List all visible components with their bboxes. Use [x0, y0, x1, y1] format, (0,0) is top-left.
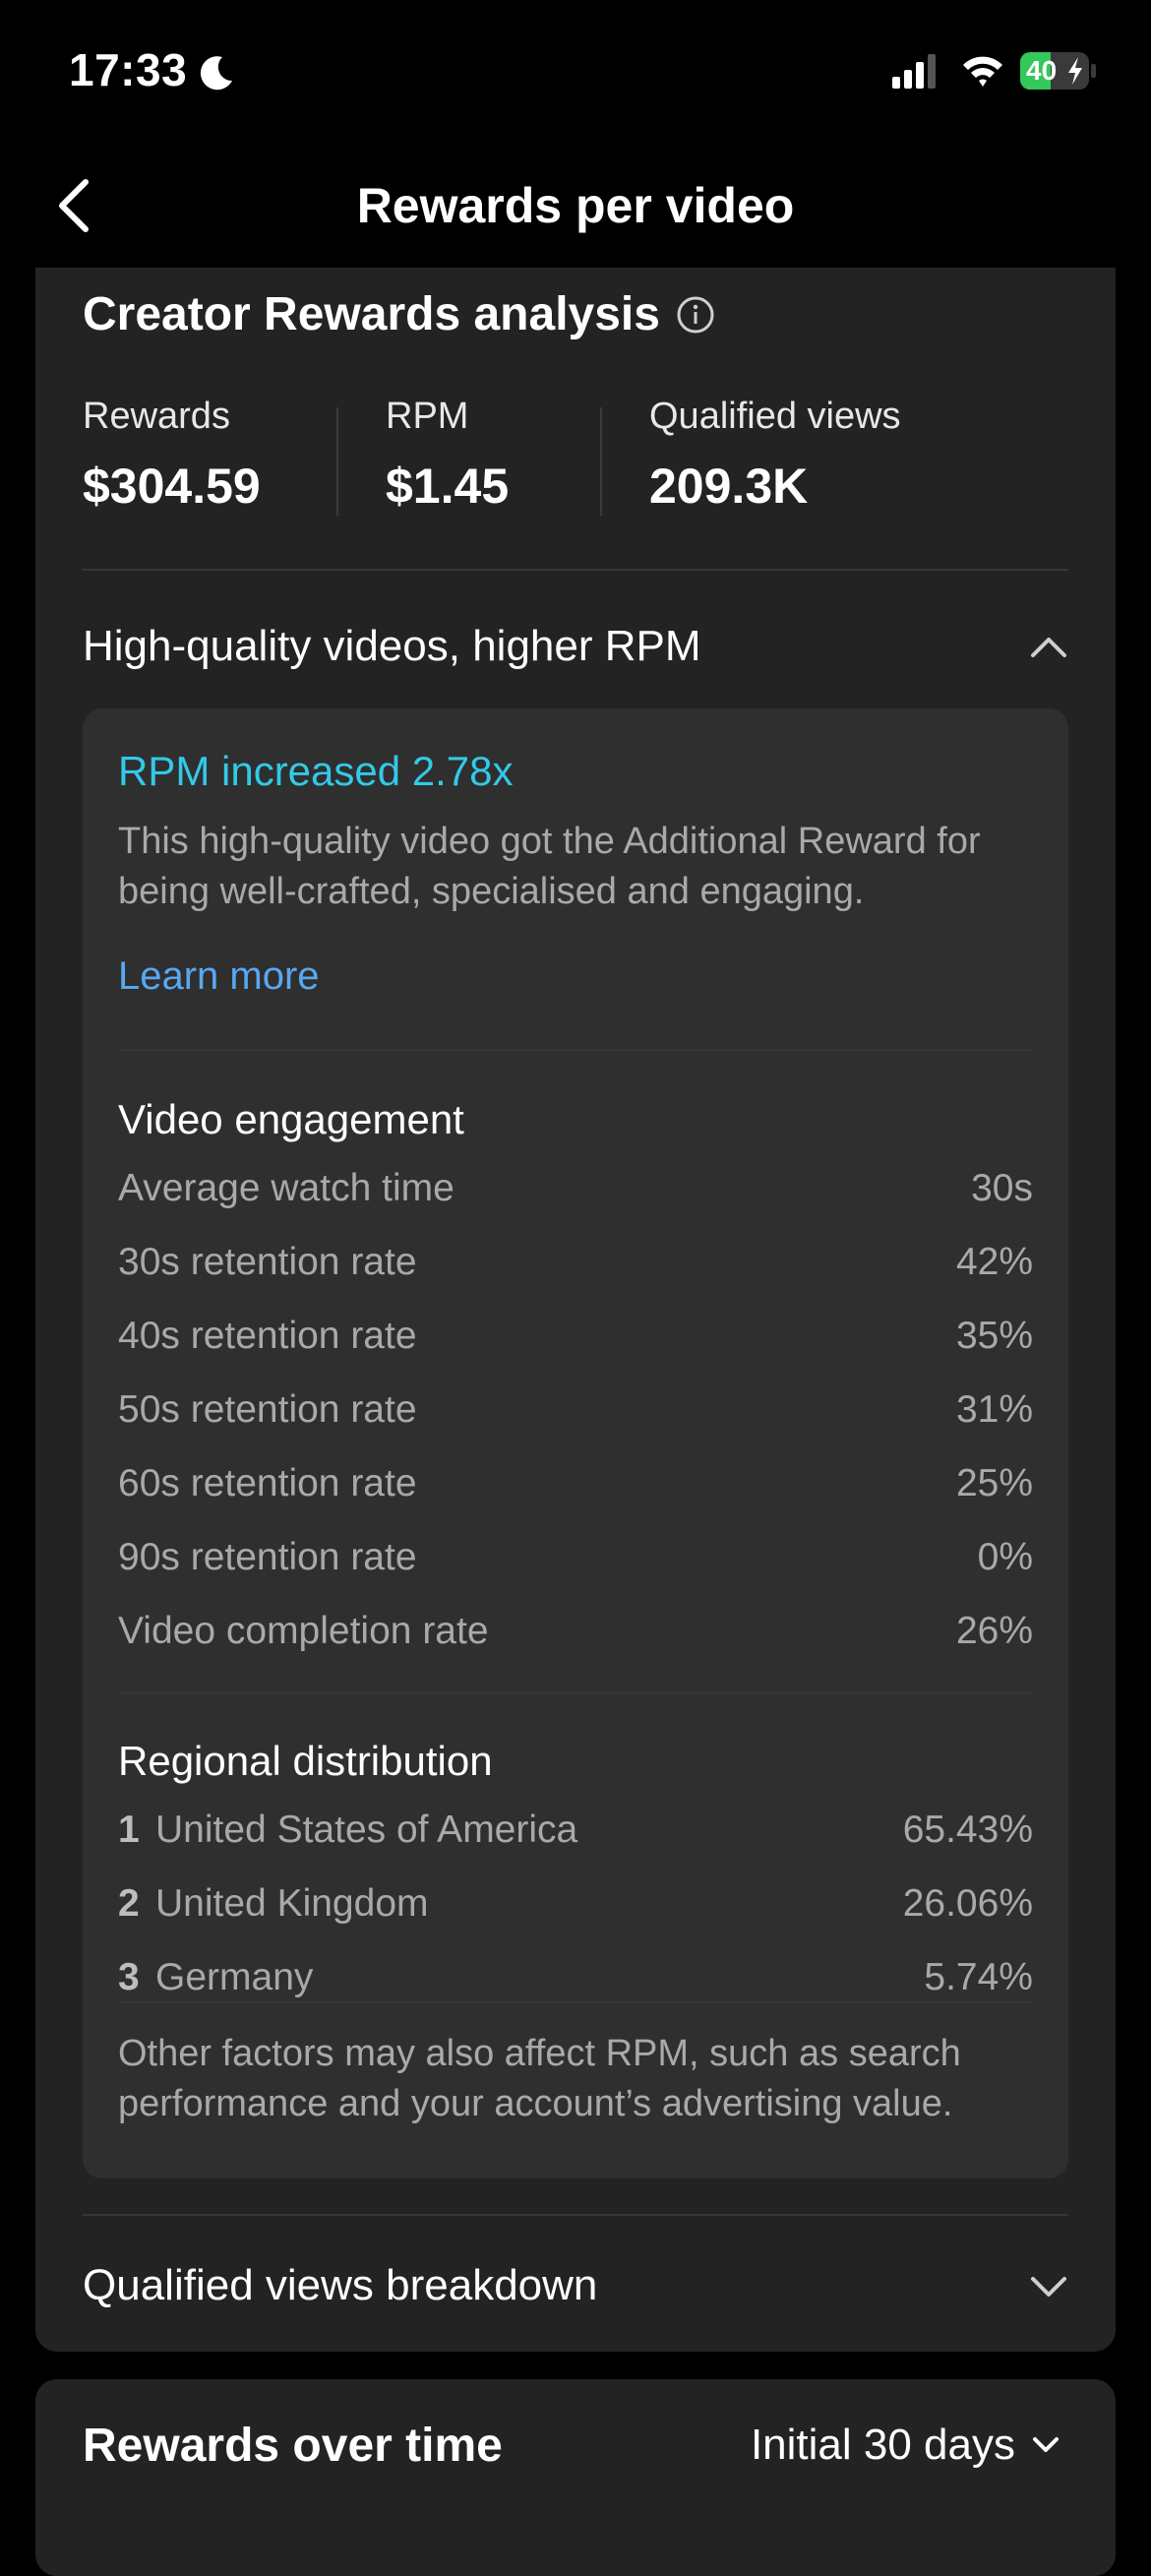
metric-value: 35%: [955, 1315, 1033, 1357]
stat-qualified-views: Qualified views 209.3K: [649, 396, 901, 515]
metric-value: 42%: [955, 1241, 1033, 1283]
stat-divider: [336, 407, 338, 516]
metric-value: 26%: [955, 1610, 1033, 1652]
analysis-title: Creator Rewards analysis: [83, 288, 660, 340]
region-name-group: 2 United Kingdom: [118, 1882, 429, 1926]
learn-more-link[interactable]: Learn more: [118, 954, 320, 999]
metric-label: 30s retention rate: [118, 1241, 417, 1283]
divider: [118, 2001, 1033, 2003]
battery-level: 40: [1026, 55, 1058, 86]
rewards-over-time-card: Rewards over time Initial 30 days: [35, 2379, 1116, 2576]
rpm-footnote: Other factors may also affect RPM, such …: [118, 2033, 961, 2124]
stat-rpm: RPM $1.45: [386, 396, 509, 515]
region-share: 5.74%: [924, 1956, 1033, 1998]
metric-row: Video completion rate 26%: [118, 1604, 1033, 1659]
region-share: 65.43%: [902, 1809, 1033, 1851]
analysis-title-row: Creator Rewards analysis: [83, 287, 715, 341]
rpm-description: This high-quality video got the Addition…: [118, 821, 981, 912]
metric-row: 30s retention rate 42%: [118, 1235, 1033, 1290]
signal-icon: [890, 51, 941, 95]
metric-label: 40s retention rate: [118, 1315, 417, 1357]
high-quality-label: High-quality videos, higher RPM: [83, 622, 701, 670]
metric-label: Video completion rate: [118, 1610, 489, 1652]
region-name-group: 1 United States of America: [118, 1809, 577, 1852]
metric-value: 0%: [977, 1536, 1033, 1578]
region-name: United States of America: [155, 1809, 578, 1851]
high-quality-accordion[interactable]: High-quality videos, higher RPM: [83, 602, 1068, 691]
region-row: 3 Germany 5.74%: [118, 1950, 1033, 2005]
divider: [118, 1692, 1033, 1694]
stats-row: Rewards $304.59 RPM $1.45 Qualified view…: [83, 396, 1106, 516]
stat-divider: [600, 407, 602, 516]
region-row: 1 United States of America 65.43%: [118, 1803, 1033, 1858]
stat-label: Qualified views: [649, 396, 901, 437]
stat-value: $304.59: [83, 459, 261, 514]
region-name: United Kingdom: [155, 1882, 429, 1925]
qualified-views-accordion[interactable]: Qualified views breakdown: [83, 2241, 1068, 2330]
metric-value: 31%: [955, 1388, 1033, 1431]
stat-label: Rewards: [83, 396, 230, 437]
metric-label: Average watch time: [118, 1167, 454, 1209]
stat-rewards: Rewards $304.59: [83, 396, 261, 515]
divider: [83, 569, 1068, 571]
metric-row: 60s retention rate 25%: [118, 1456, 1033, 1511]
metric-label: 60s retention rate: [118, 1462, 417, 1504]
status-time: 17:33: [69, 44, 188, 95]
stat-label: RPM: [386, 396, 469, 437]
chevron-up-icon: [1031, 638, 1066, 657]
region-name-group: 3 Germany: [118, 1956, 313, 1999]
region-name: Germany: [155, 1956, 314, 1998]
header: Rewards per video: [0, 148, 1151, 266]
wifi-icon: [959, 51, 1006, 95]
region-share: 26.06%: [902, 1882, 1033, 1925]
divider: [83, 2214, 1068, 2216]
analysis-card: Creator Rewards analysis Rewards $304.59…: [35, 268, 1116, 2352]
metric-row: Average watch time 30s: [118, 1161, 1033, 1216]
metric-label: 90s retention rate: [118, 1536, 417, 1578]
metric-label: 50s retention rate: [118, 1388, 417, 1431]
metric-row: 40s retention rate 35%: [118, 1309, 1033, 1364]
region-row: 2 United Kingdom 26.06%: [118, 1876, 1033, 1932]
region-rank: 2: [118, 1882, 140, 1925]
qualified-views-label: Qualified views breakdown: [83, 2261, 598, 2309]
chevron-down-icon: [1031, 2277, 1066, 2297]
region-rank: 3: [118, 1956, 140, 1998]
info-icon[interactable]: [676, 295, 715, 335]
metric-value: 30s: [971, 1167, 1033, 1209]
stat-value: 209.3K: [649, 459, 809, 514]
high-quality-details: RPM increased 2.78x This high-quality vi…: [83, 708, 1068, 2178]
page-title: Rewards per video: [356, 178, 795, 233]
regional-title: Regional distribution: [118, 1738, 493, 1784]
stat-value: $1.45: [386, 459, 510, 514]
chevron-down-icon: [1033, 2437, 1059, 2452]
rewards-over-time-title: Rewards over time: [83, 2420, 503, 2472]
metric-row: 90s retention rate 0%: [118, 1530, 1033, 1585]
engagement-title: Video engagement: [118, 1096, 464, 1142]
metric-row: 50s retention rate 31%: [118, 1382, 1033, 1438]
period-value: Initial 30 days: [750, 2421, 1015, 2469]
region-rank: 1: [118, 1809, 140, 1851]
metric-value: 25%: [955, 1462, 1033, 1504]
period-dropdown[interactable]: Initial 30 days: [751, 2421, 1060, 2470]
status-bar: 17:33 40: [0, 0, 1151, 148]
divider: [118, 1049, 1033, 1051]
rpm-increase-text: RPM increased 2.78x: [118, 748, 514, 794]
moon-icon: [197, 53, 236, 97]
